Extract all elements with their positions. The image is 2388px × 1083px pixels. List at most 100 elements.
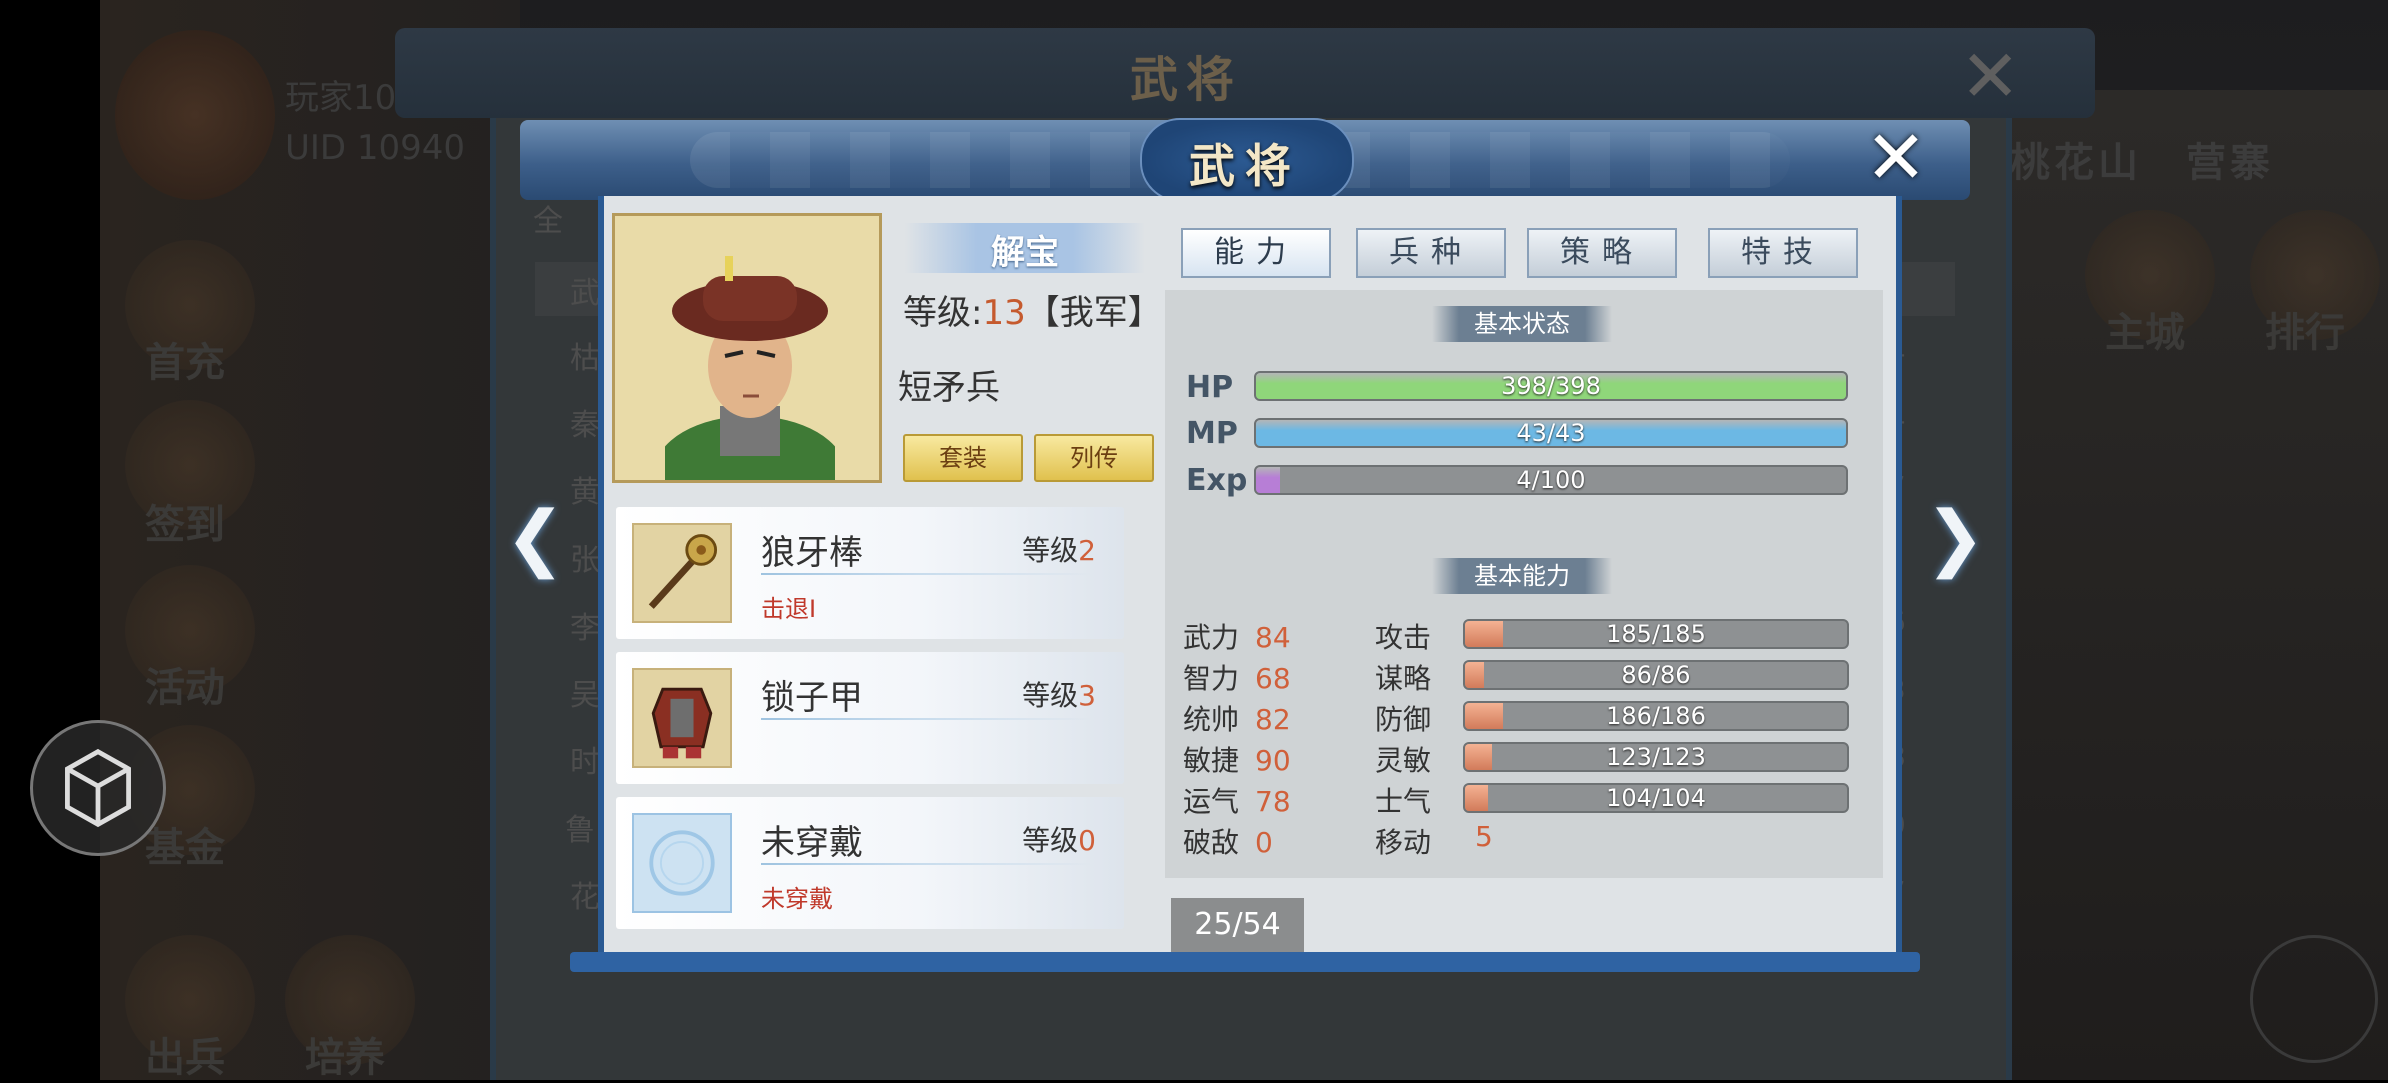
tab-ability[interactable]: 能力	[1181, 228, 1331, 278]
equip-level-value: 2	[1078, 534, 1096, 567]
equip-slot-weapon[interactable]: 狼牙棒 等级2 击退Ⅰ	[616, 507, 1124, 639]
floating-menu-button[interactable]	[30, 720, 166, 856]
hp-value: 398/398	[1501, 372, 1601, 400]
level-label: 等级:	[903, 293, 983, 333]
attr-name: 运气	[1183, 785, 1240, 818]
equip-effect: 未穿戴	[761, 885, 833, 913]
morale-bar: 104/104	[1463, 783, 1849, 813]
equip-name: 狼牙棒	[761, 533, 863, 573]
stat-name: 士气	[1375, 785, 1432, 818]
attr-row: 运气 78	[1183, 780, 1291, 820]
attr-row: 统帅 82	[1183, 698, 1291, 738]
menu-activity[interactable]: 活动	[145, 655, 225, 713]
back-dialog-banner	[395, 28, 2095, 118]
attr-name: 统帅	[1183, 703, 1240, 736]
equip-level-value: 0	[1078, 824, 1096, 857]
attr-row: 智力 68	[1183, 657, 1291, 697]
back-col-label: 枯	[570, 341, 600, 376]
exp-value: 4/100	[1516, 466, 1586, 494]
hero-level-row: 等级:13【我军】	[903, 285, 1162, 334]
back-col-label: 武	[570, 276, 600, 311]
attr-value: 90	[1255, 744, 1291, 777]
stat-name: 防御	[1375, 703, 1432, 736]
attr-row: 武力 84	[1183, 616, 1291, 656]
dialog-bottom-border	[570, 952, 1920, 972]
exp-label: Exp	[1186, 463, 1248, 498]
equip-slot-armor[interactable]: 锁子甲 等级3	[616, 652, 1124, 784]
hero-pager: 25/54	[1171, 898, 1304, 952]
attr-row: 破敌 0	[1183, 821, 1273, 861]
divider	[761, 718, 1091, 720]
agility-value: 123/123	[1606, 743, 1706, 771]
hero-level: 13	[982, 293, 1026, 333]
hp-bar: 398/398	[1254, 371, 1848, 401]
back-col-label: 花	[570, 880, 600, 915]
stat-name: 谋略	[1375, 662, 1432, 695]
agility-bar: 123/123	[1463, 742, 1849, 772]
attr-value: 84	[1255, 621, 1291, 654]
equip-level: 等级0	[1022, 819, 1096, 859]
menu-main-city[interactable]: 主城	[2105, 300, 2185, 358]
equip-slot-accessory[interactable]: 未穿戴 等级0 未穿戴	[616, 797, 1124, 929]
menu-first-recharge[interactable]: 首充	[145, 330, 225, 388]
equip-name: 锁子甲	[761, 678, 863, 718]
hero-name: 解宝	[991, 233, 1059, 273]
stat-name: 灵敏	[1375, 744, 1432, 777]
morale-value: 104/104	[1606, 784, 1706, 812]
basic-status-label: 基本状态	[1432, 306, 1612, 342]
next-hero-arrow-icon[interactable]: ❯	[1925, 497, 1985, 577]
hero-portrait	[612, 213, 882, 483]
back-col-label: 李	[570, 611, 600, 646]
attr-name: 敏捷	[1183, 744, 1240, 777]
equip-level-value: 3	[1078, 679, 1096, 712]
hero-faction: 【我军】	[1025, 293, 1162, 333]
tab-troop[interactable]: 兵种	[1356, 228, 1506, 278]
dialog-title: 武将	[1189, 139, 1301, 193]
hero-troop-type: 短矛兵	[898, 368, 1000, 408]
player-avatar[interactable]	[115, 30, 275, 200]
biography-button[interactable]: 列传	[1034, 434, 1154, 482]
bottom-right-menu-icon[interactable]	[2250, 935, 2378, 1063]
attr-name: 智力	[1183, 662, 1240, 695]
strategy-bar: 86/86	[1463, 660, 1849, 690]
back-col-label: 时	[570, 745, 600, 780]
equip-level: 等级2	[1022, 529, 1096, 569]
mp-label: MP	[1186, 416, 1238, 451]
stat-name: 攻击	[1375, 621, 1432, 654]
defense-value: 186/186	[1606, 702, 1706, 730]
menu-train[interactable]: 培养	[305, 1025, 385, 1083]
chainmail-armor-icon	[632, 668, 732, 768]
empty-slot-icon	[632, 813, 732, 913]
cube-icon	[65, 748, 131, 828]
attr-row: 敏捷 90	[1183, 739, 1291, 779]
player-uid: UID 10940	[285, 128, 466, 168]
basic-ability-label: 基本能力	[1432, 558, 1612, 594]
menu-sign-in[interactable]: 签到	[145, 492, 225, 550]
back-close-icon[interactable]: ✕	[1960, 40, 2020, 112]
attr-value: 68	[1255, 662, 1291, 695]
location-label: 桃花山 营寨	[2010, 140, 2274, 186]
divider	[761, 573, 1091, 575]
back-col-label: 鲁	[565, 813, 595, 848]
divider	[761, 863, 1091, 865]
attr-value: 0	[1255, 826, 1273, 859]
attr-name: 武力	[1183, 621, 1240, 654]
equip-name: 未穿戴	[761, 823, 863, 863]
move-value: 5	[1475, 820, 1493, 853]
strategy-value: 86/86	[1621, 661, 1691, 689]
move-name: 移动	[1375, 826, 1432, 859]
suit-button[interactable]: 套装	[903, 434, 1023, 482]
attr-value: 78	[1255, 785, 1291, 818]
close-icon[interactable]: ✕	[1860, 121, 1932, 195]
back-dialog-title: 武将	[1130, 52, 1243, 108]
menu-ranking[interactable]: 排行	[2265, 300, 2345, 358]
menu-dispatch[interactable]: 出兵	[145, 1025, 225, 1083]
prev-hero-arrow-icon[interactable]: ❮	[505, 497, 565, 577]
tab-skill[interactable]: 特技	[1708, 228, 1858, 278]
back-col-label: 秦	[570, 408, 600, 443]
back-col-label: 吴	[570, 678, 600, 713]
equip-effect: 击退Ⅰ	[761, 595, 817, 623]
hp-label: HP	[1186, 370, 1234, 405]
equip-level-label: 等级	[1022, 679, 1079, 712]
tab-strategy[interactable]: 策略	[1527, 228, 1677, 278]
